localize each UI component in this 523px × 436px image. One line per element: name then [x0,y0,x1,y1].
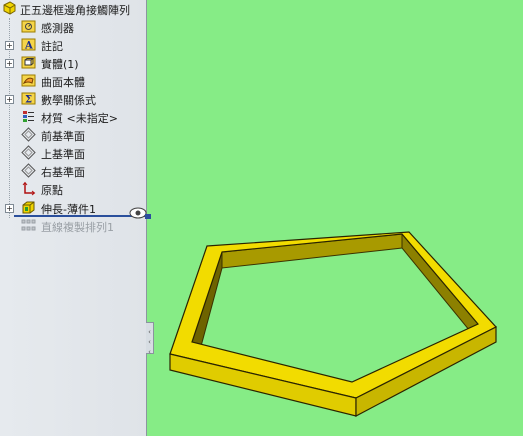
svg-text:Σ: Σ [25,95,32,106]
tree-item-surface-bodies[interactable]: 曲面本體 [0,72,147,90]
tree-item-label: 材質 <未指定> [41,112,118,125]
expand-plus-icon[interactable]: + [5,41,14,50]
tree-item-label: 曲面本體 [41,76,85,89]
plane-icon [21,127,36,142]
svg-text:A: A [24,41,33,52]
solid-body-icon [21,56,36,69]
expand-plus-icon[interactable]: + [5,59,14,68]
tree-item-label: 上基準面 [41,148,85,161]
tree-item-label: 原點 [41,184,63,197]
equation-icon: Σ [21,92,36,106]
tree-item-label: 數學關係式 [41,94,96,107]
origin-icon [22,181,36,196]
tree-root-part[interactable]: 正五邊框邊角接觸陣列 [0,0,147,18]
expand-plus-icon[interactable]: + [5,95,14,104]
tree-item-annotations[interactable]: + A 註記 [0,36,147,54]
tree-item-right-plane[interactable]: 右基準面 [0,162,147,180]
pentagon-frame-model [169,231,497,417]
tree-item-label: 感測器 [41,22,74,35]
part-icon [3,1,16,15]
tree-item-label: 右基準面 [41,166,85,179]
tree-item-label: 註記 [41,40,63,53]
linear-pattern-icon [21,219,36,231]
tree-item-label: 直線複製排列1 [41,221,114,234]
plane-icon [21,145,36,160]
material-icon [23,111,34,122]
graphics-viewport[interactable] [148,0,523,436]
tree-item-solid-bodies[interactable]: + 實體(1) [0,54,147,72]
extrude-icon [22,201,35,214]
surface-body-icon [21,74,36,87]
sensor-icon [21,20,36,33]
inner-wall-right [401,232,479,338]
expand-plus-icon[interactable]: + [5,204,14,213]
tree-item-material[interactable]: 材質 <未指定> [0,108,147,126]
tree-item-label: 前基準面 [41,130,85,143]
tree-item-label: 實體(1) [41,58,79,71]
tree-root-label: 正五邊框邊角接觸陣列 [20,4,130,17]
tree-item-front-plane[interactable]: 前基準面 [0,126,147,144]
annotation-icon: A [21,38,36,52]
tree-item-sensors[interactable]: 感測器 [0,18,147,36]
tree-item-top-plane[interactable]: 上基準面 [0,144,147,162]
tree-item-linear-pattern[interactable]: 直線複製排列1 [0,217,147,235]
feature-manager-tree: 正五邊框邊角接觸陣列 感測器 + A 註記 + 實體(1) 曲面本體 + Σ 數… [0,0,151,436]
plane-icon [21,163,36,178]
tree-item-origin[interactable]: 原點 [0,180,147,198]
tree-item-equations[interactable]: + Σ 數學關係式 [0,90,147,108]
